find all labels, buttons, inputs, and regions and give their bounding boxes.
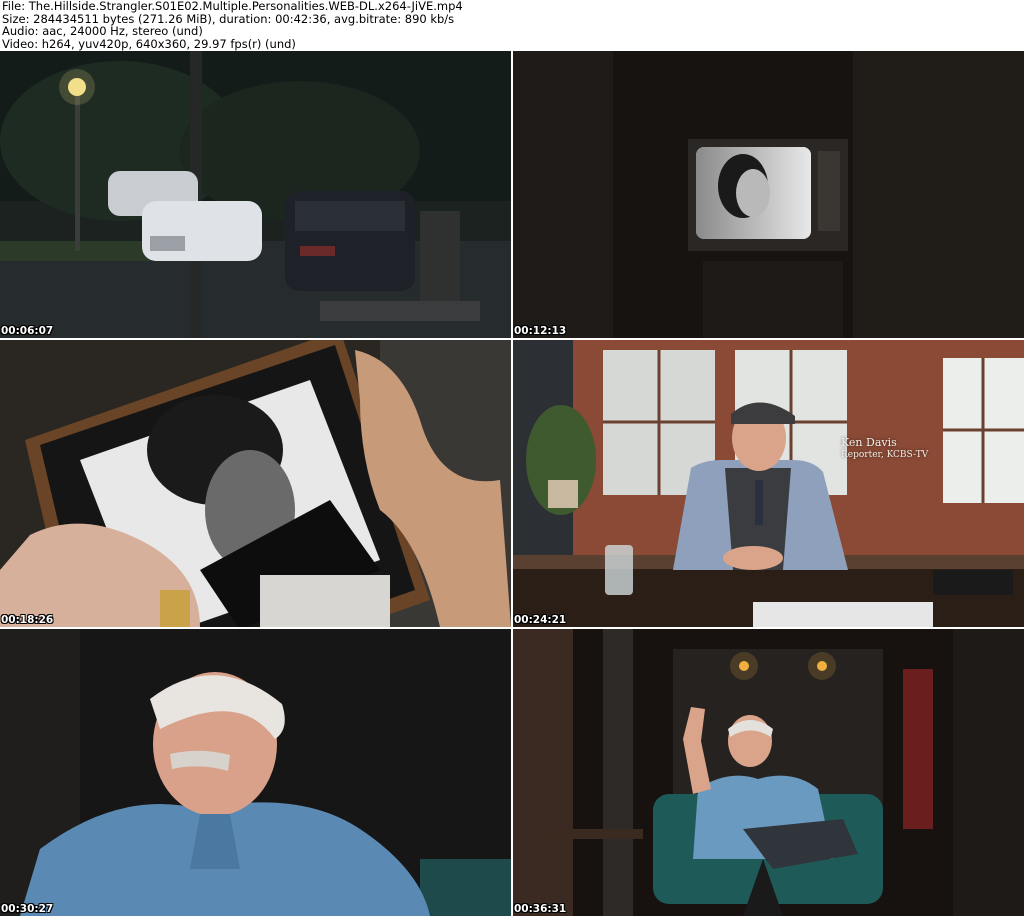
man-in-chair-scene xyxy=(513,629,1024,916)
timestamp-label: 00:18:26 xyxy=(1,614,54,626)
interviewee-role: Reporter, KCBS-TV xyxy=(841,450,929,460)
frame-thumbnail-6: 00:36:31 xyxy=(513,629,1024,916)
thumbnail-grid: 00:06:07 00:12:13 00:18:26 Ken Davis Rep… xyxy=(0,51,1024,916)
timestamp-label: 00:36:31 xyxy=(514,903,567,915)
tablet-photo-scene xyxy=(0,340,511,627)
tv-in-dark-room-scene xyxy=(513,51,1024,338)
timestamp-label: 00:30:27 xyxy=(1,903,54,915)
frame-thumbnail-3: 00:18:26 xyxy=(0,340,511,627)
elderly-man-closeup-scene xyxy=(0,629,511,916)
timestamp-label: 00:06:07 xyxy=(1,325,54,337)
interview-ken-davis-scene xyxy=(513,340,1024,627)
frame-thumbnail-5: 00:30:27 xyxy=(0,629,511,916)
frame-thumbnail-1: 00:06:07 xyxy=(0,51,511,338)
timestamp-label: 00:12:13 xyxy=(514,325,567,337)
frame-thumbnail-2: 00:12:13 xyxy=(513,51,1024,338)
video-info-line: Video: h264, yuv420p, 640x360, 29.97 fps… xyxy=(2,36,296,51)
lower-third-caption: Ken Davis Reporter, KCBS-TV xyxy=(841,436,928,460)
night-street-scene xyxy=(0,51,511,338)
audio-info-line: Audio: aac, 24000 Hz, stereo (und) xyxy=(2,24,203,38)
frame-thumbnail-4: Ken Davis Reporter, KCBS-TV 00:24:21 xyxy=(513,340,1024,627)
file-name-line: File: The.Hillside.Strangler.S01E02.Mult… xyxy=(2,0,463,13)
file-info-header: File: The.Hillside.Strangler.S01E02.Mult… xyxy=(2,0,1022,50)
timestamp-label: 00:24:21 xyxy=(514,614,567,626)
interviewee-name: Ken Davis xyxy=(841,436,897,449)
